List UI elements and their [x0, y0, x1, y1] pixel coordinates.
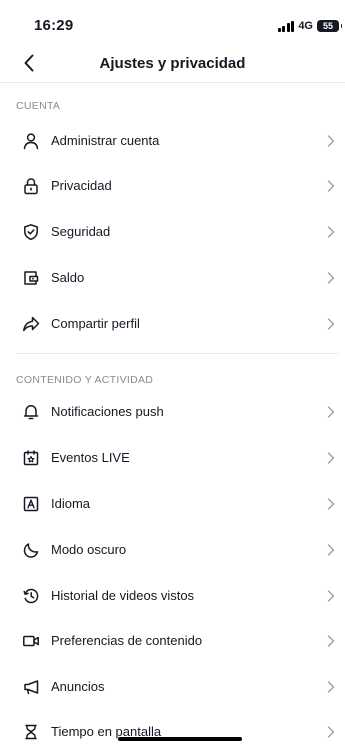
settings-item-label: Seguridad	[51, 224, 111, 239]
settings-item-label: Preferencias de contenido	[51, 633, 203, 648]
chevron-right-icon	[327, 406, 335, 418]
battery-icon: 55	[317, 20, 342, 32]
settings-item-label: Eventos LIVE	[51, 450, 130, 465]
page-title: Ajustes y privacidad	[99, 55, 246, 72]
settings-item-eventos-live[interactable]: Eventos LIVE	[0, 438, 345, 478]
chevron-right-icon	[327, 452, 335, 464]
settings-item-idioma[interactable]: Idioma	[0, 484, 345, 524]
chevron-right-icon	[327, 726, 335, 738]
settings-item-compartir-perfil[interactable]: Compartir perfil	[0, 304, 345, 344]
megaphone-icon	[22, 678, 40, 696]
section-header-cuenta: CUENTA	[16, 100, 61, 112]
hourglass-icon	[22, 723, 40, 741]
settings-item-notificaciones-push[interactable]: Notificaciones push	[0, 392, 345, 432]
nav-bar: Ajustes y privacidad	[0, 44, 345, 83]
settings-item-label: Historial de videos vistos	[51, 588, 195, 603]
status-bar: 16:29 4G 55	[0, 0, 345, 44]
settings-item-label: Modo oscuro	[51, 542, 127, 557]
chevron-right-icon	[327, 498, 335, 510]
wallet-icon	[22, 269, 40, 287]
person-icon	[22, 132, 40, 150]
settings-item-label: Privacidad	[51, 178, 112, 193]
chevron-right-icon	[327, 272, 335, 284]
settings-item-label: Idioma	[51, 496, 91, 511]
chevron-right-icon	[327, 226, 335, 238]
settings-item-label: Anuncios	[51, 679, 105, 694]
settings-item-label: Saldo	[51, 270, 85, 285]
history-icon	[22, 587, 40, 605]
section-header-contenido-y-actividad: CONTENIDO Y ACTIVIDAD	[16, 374, 154, 386]
lock-icon	[22, 177, 40, 195]
moon-icon	[22, 541, 40, 559]
network-type: 4G	[298, 20, 313, 32]
settings-item-administrar-cuenta[interactable]: Administrar cuenta	[0, 121, 345, 161]
settings-item-saldo[interactable]: Saldo	[0, 258, 345, 298]
chevron-right-icon	[327, 681, 335, 693]
settings-item-privacidad[interactable]: Privacidad	[0, 166, 345, 206]
settings-item-tiempo-en-pantalla[interactable]: Tiempo en pantalla	[0, 712, 345, 752]
battery-level: 55	[322, 21, 333, 31]
section-divider	[16, 353, 339, 354]
video-camera-icon	[22, 632, 40, 650]
settings-item-label: Notificaciones push	[51, 404, 164, 419]
chevron-right-icon	[327, 180, 335, 192]
settings-item-modo-oscuro[interactable]: Modo oscuro	[0, 530, 345, 570]
shield-icon	[22, 223, 40, 241]
signal-icon	[277, 20, 295, 32]
chevron-right-icon	[327, 635, 335, 647]
home-indicator[interactable]	[118, 737, 242, 741]
settings-item-label: Compartir perfil	[51, 316, 140, 331]
chevron-right-icon	[327, 135, 335, 147]
status-time: 16:29	[34, 17, 74, 34]
settings-item-anuncios[interactable]: Anuncios	[0, 667, 345, 707]
chevron-right-icon	[327, 318, 335, 330]
calendar-icon	[22, 449, 40, 467]
status-indicators: 4G 55	[277, 19, 342, 33]
chevron-right-icon	[327, 590, 335, 602]
settings-item-label: Administrar cuenta	[51, 133, 160, 148]
chevron-right-icon	[327, 544, 335, 556]
share-icon	[22, 315, 40, 333]
bell-icon	[22, 403, 40, 421]
settings-item-historial-de-videos-vistos[interactable]: Historial de videos vistos	[0, 576, 345, 616]
language-icon	[22, 495, 40, 513]
settings-item-preferencias-de-contenido[interactable]: Preferencias de contenido	[0, 621, 345, 661]
settings-item-seguridad[interactable]: Seguridad	[0, 212, 345, 252]
